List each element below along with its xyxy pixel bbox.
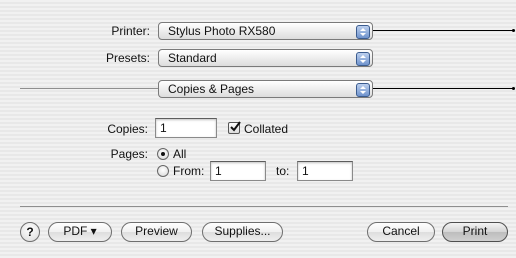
cancel-button[interactable]: Cancel (367, 222, 435, 242)
pages-label: Pages: (110, 147, 148, 161)
question-mark-icon: ? (26, 225, 34, 239)
printer-callout-line (373, 30, 513, 31)
pages-from-field[interactable]: 1 (210, 161, 266, 181)
pages-to-value: 1 (302, 164, 309, 178)
pane-popup[interactable]: Copies & Pages (158, 80, 373, 98)
pages-all-label: All (173, 147, 187, 161)
collated-label: Collated (244, 122, 289, 136)
printer-callout-dot (512, 29, 515, 32)
pdf-button[interactable]: PDF ▾ (48, 222, 112, 242)
presets-value: Standard (168, 51, 217, 65)
collated-checkbox[interactable] (228, 121, 241, 134)
print-dialog: Printer: Stylus Photo RX580 Presets: Sta… (0, 0, 516, 258)
popup-arrows-icon (356, 52, 370, 66)
pages-to-label: to: (276, 164, 290, 178)
presets-label: Presets: (105, 51, 150, 65)
pages-from-value: 1 (215, 164, 222, 178)
popup-arrows-icon (356, 25, 370, 39)
copies-label: Copies: (107, 122, 148, 136)
pages-from-radio[interactable] (157, 165, 169, 177)
help-button[interactable]: ? (20, 222, 40, 242)
printer-label: Printer: (111, 24, 150, 38)
printer-value: Stylus Photo RX580 (168, 24, 276, 38)
copies-field[interactable]: 1 (155, 118, 217, 138)
radio-selected-dot (161, 152, 165, 156)
pages-from-label: From: (173, 164, 205, 178)
pages-to-field[interactable]: 1 (297, 161, 353, 181)
checkmark-icon (230, 121, 241, 132)
separator-bottom (20, 206, 508, 207)
printer-popup[interactable]: Stylus Photo RX580 (158, 22, 373, 40)
pages-all-radio[interactable] (157, 148, 169, 160)
separator-left (20, 88, 158, 89)
pane-callout-line (373, 88, 513, 89)
print-button[interactable]: Print (442, 222, 508, 242)
pane-callout-dot (512, 87, 515, 90)
popup-arrows-icon (356, 83, 370, 97)
pane-value: Copies & Pages (168, 82, 255, 96)
preview-button[interactable]: Preview (121, 222, 192, 242)
supplies-button[interactable]: Supplies... (202, 222, 283, 242)
copies-value: 1 (160, 121, 167, 135)
presets-popup[interactable]: Standard (158, 49, 373, 67)
